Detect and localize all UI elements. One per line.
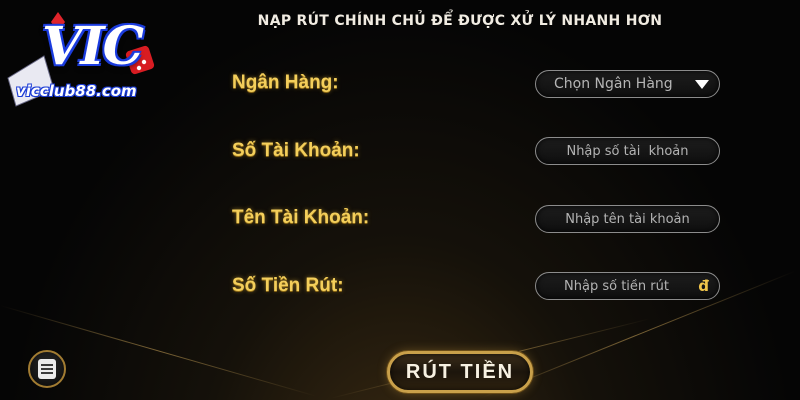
page-title: NẠP RÚT CHÍNH CHỦ ĐỂ ĐƯỢC XỬ LÝ NHANH HƠ… [257,13,663,29]
logo-domain-text: vicclub88.com [16,82,137,100]
account-number-label: Số Tài Khoản: [232,140,360,161]
currency-symbol: đ [698,277,709,295]
bank-label: Ngân Hàng: [232,72,339,93]
withdraw-screen: VIC vicclub88.com NẠP RÚT CHÍNH CHỦ ĐỂ Đ… [0,0,800,400]
history-menu-button[interactable] [28,350,66,388]
account-name-input[interactable] [536,211,719,227]
amount-input[interactable] [536,278,719,294]
withdraw-button[interactable]: RÚT TIỀN [387,351,533,393]
bank-select[interactable]: Chọn Ngân Hàng [535,70,720,98]
amount-label: Số Tiền Rút: [232,275,344,296]
document-icon [38,359,56,379]
account-number-input[interactable] [536,143,719,159]
amount-field: đ [535,272,720,300]
account-name-label: Tên Tài Khoản: [232,207,370,228]
account-name-field [535,205,720,233]
account-number-field [535,137,720,165]
bank-select-value: Chọn Ngân Hàng [554,76,673,92]
dropdown-arrow-icon [695,80,709,89]
